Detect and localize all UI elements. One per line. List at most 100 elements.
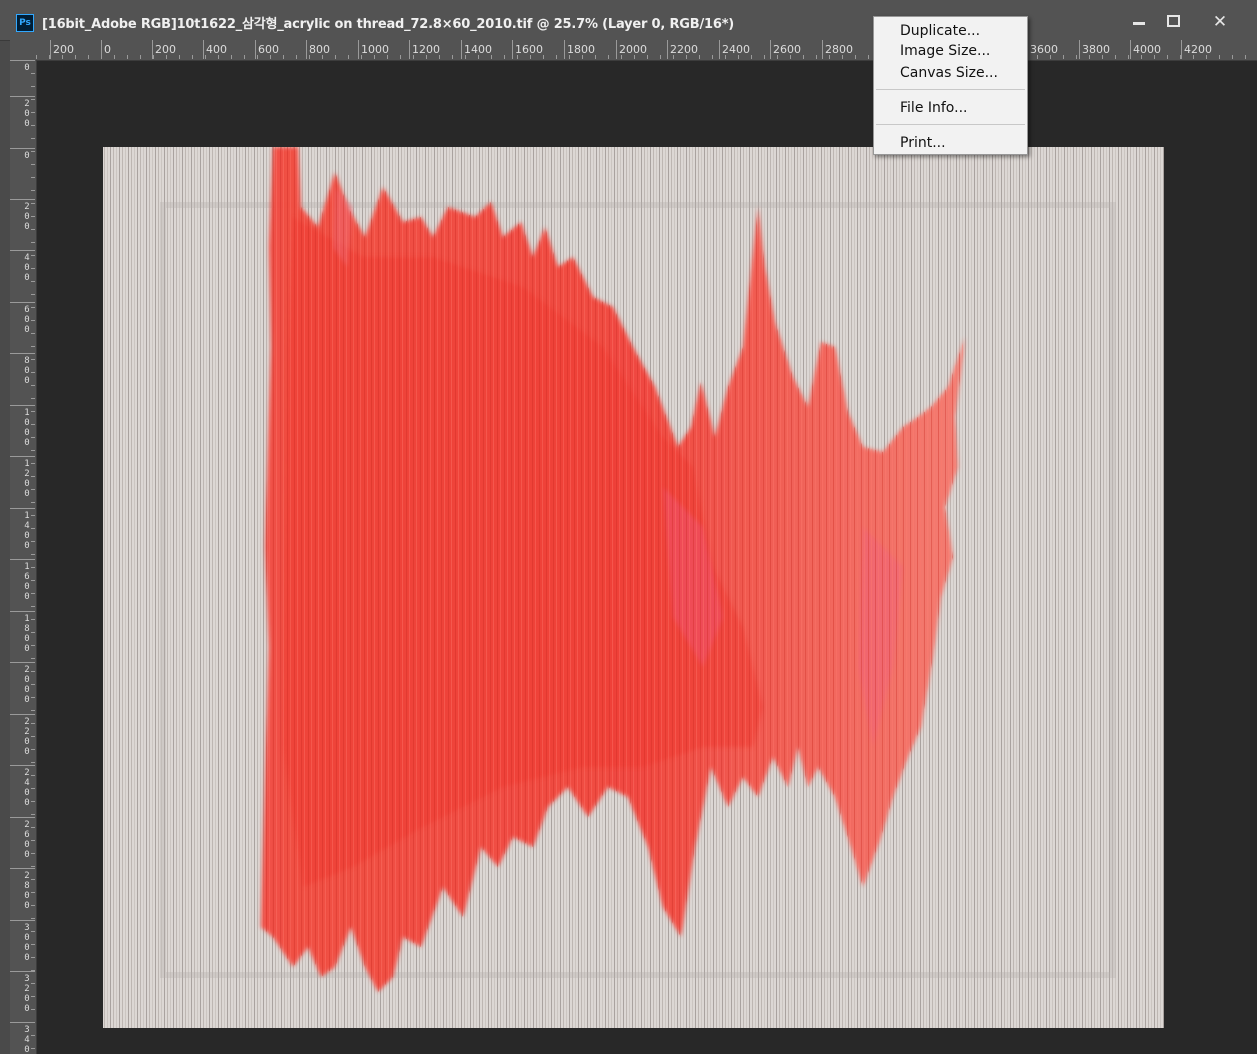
ruler-minor-tick bbox=[49, 55, 50, 59]
ruler-tick bbox=[10, 250, 35, 251]
ruler-minor-tick bbox=[1115, 55, 1116, 59]
ruler-minor-tick bbox=[660, 55, 661, 59]
ruler-minor-tick bbox=[829, 55, 830, 59]
ruler-minor-tick bbox=[31, 983, 35, 984]
ruler-minor-tick bbox=[1037, 55, 1038, 59]
ruler-minor-tick bbox=[31, 1022, 35, 1023]
ruler-minor-tick bbox=[1219, 55, 1220, 59]
ruler-tick bbox=[10, 559, 35, 560]
ruler-tick bbox=[564, 40, 565, 59]
ruler-label: 2000 bbox=[619, 43, 647, 56]
ruler-minor-tick bbox=[205, 55, 206, 59]
ruler-minor-tick bbox=[31, 112, 35, 113]
ruler-tick bbox=[719, 40, 720, 59]
ruler-minor-tick bbox=[31, 801, 35, 802]
minimize-icon bbox=[1133, 22, 1145, 25]
ruler-tick bbox=[616, 40, 617, 59]
ruler-minor-tick bbox=[335, 55, 336, 59]
menu-item-duplicate[interactable]: Duplicate... bbox=[876, 21, 1025, 41]
ruler-minor-tick bbox=[374, 55, 375, 59]
ruler-minor-tick bbox=[31, 1035, 35, 1036]
menu-item-canvas-size[interactable]: Canvas Size... bbox=[876, 63, 1025, 83]
ruler-label: 340 bbox=[24, 1025, 30, 1054]
document-title-bar[interactable]: Ps [16bit_Adobe RGB]10t1622_삼각형_acrylic … bbox=[0, 0, 1257, 41]
ruler-tick bbox=[10, 765, 35, 766]
ruler-minor-tick bbox=[31, 424, 35, 425]
vertical-ruler[interactable]: 0 200 0 200 400 600 800 1000 1200 1400 1600 1800 200… bbox=[10, 60, 37, 1054]
menu-item-image-size[interactable]: Image Size... bbox=[876, 41, 1025, 61]
ruler-minor-tick bbox=[75, 55, 76, 59]
ruler-minor-tick bbox=[31, 775, 35, 776]
ruler-label: 600 bbox=[258, 43, 279, 56]
ruler-minor-tick bbox=[465, 55, 466, 59]
window-left-edge bbox=[0, 40, 10, 1054]
ruler-minor-tick bbox=[31, 788, 35, 789]
ruler-tick bbox=[1079, 40, 1080, 59]
ruler-minor-tick bbox=[712, 55, 713, 59]
ruler-minor-tick bbox=[1193, 55, 1194, 59]
ruler-label: 1800 bbox=[24, 614, 30, 654]
ruler-minor-tick bbox=[31, 749, 35, 750]
ruler-label: 1800 bbox=[567, 43, 595, 56]
ruler-minor-tick bbox=[608, 55, 609, 59]
ruler-minor-tick bbox=[1089, 55, 1090, 59]
menu-item-file-info[interactable]: File Info... bbox=[876, 98, 1025, 118]
ruler-tick bbox=[667, 40, 668, 59]
ruler-minor-tick bbox=[153, 55, 154, 59]
ruler-label: 200 bbox=[24, 202, 30, 232]
close-button[interactable]: ✕ bbox=[1202, 10, 1238, 34]
ruler-label: 1600 bbox=[24, 562, 30, 602]
ruler-minor-tick bbox=[31, 515, 35, 516]
ruler-minor-tick bbox=[31, 697, 35, 698]
ruler-label: 1600 bbox=[515, 43, 543, 56]
ruler-label: 2000 bbox=[24, 665, 30, 705]
ruler-minor-tick bbox=[322, 55, 323, 59]
maximize-button[interactable] bbox=[1156, 10, 1190, 34]
close-icon: ✕ bbox=[1212, 12, 1228, 32]
ruler-minor-tick bbox=[62, 55, 63, 59]
ruler-minor-tick bbox=[790, 55, 791, 59]
ruler-minor-tick bbox=[621, 55, 622, 59]
ruler-minor-tick bbox=[31, 216, 35, 217]
ruler-minor-tick bbox=[1206, 55, 1207, 59]
ruler-minor-tick bbox=[101, 55, 102, 59]
ruler-minor-tick bbox=[31, 918, 35, 919]
ruler-label: 2600 bbox=[24, 820, 30, 860]
ruler-label: 0 bbox=[24, 63, 30, 73]
ruler-label: 200 bbox=[53, 43, 74, 56]
ruler-minor-tick bbox=[31, 671, 35, 672]
menu-item-print[interactable]: Print... bbox=[876, 133, 1025, 153]
ruler-minor-tick bbox=[31, 645, 35, 646]
ruler-minor-tick bbox=[31, 632, 35, 633]
ruler-tick bbox=[461, 40, 462, 59]
ruler-minor-tick bbox=[31, 437, 35, 438]
ruler-minor-tick bbox=[244, 55, 245, 59]
ruler-minor-tick bbox=[31, 463, 35, 464]
ruler-tick bbox=[203, 40, 204, 59]
ruler-minor-tick bbox=[387, 55, 388, 59]
ruler-minor-tick bbox=[31, 840, 35, 841]
ruler-label: 2400 bbox=[722, 43, 750, 56]
ruler-minor-tick bbox=[231, 55, 232, 59]
ruler-minor-tick bbox=[504, 55, 505, 59]
document-image[interactable] bbox=[103, 147, 1164, 1028]
minimize-button[interactable] bbox=[1122, 10, 1156, 34]
ruler-minor-tick bbox=[1141, 55, 1142, 59]
ruler-label: 0 bbox=[104, 43, 111, 56]
menu-separator bbox=[876, 124, 1025, 125]
ruler-minor-tick bbox=[31, 528, 35, 529]
horizontal-ruler[interactable]: 200 0 200 400 600 800 1000 1200 1400 1600 1800 2000… bbox=[36, 40, 1257, 61]
ruler-label: 400 bbox=[24, 253, 30, 283]
ruler-minor-tick bbox=[31, 931, 35, 932]
ruler-minor-tick bbox=[270, 55, 271, 59]
ruler-label: 1200 bbox=[24, 459, 30, 499]
ruler-label: 1000 bbox=[24, 408, 30, 448]
ruler-minor-tick bbox=[31, 489, 35, 490]
ruler-minor-tick bbox=[842, 55, 843, 59]
ruler-minor-tick bbox=[296, 55, 297, 59]
ruler-corner[interactable] bbox=[10, 40, 37, 61]
ruler-minor-tick bbox=[582, 55, 583, 59]
ruler-minor-tick bbox=[283, 55, 284, 59]
ruler-minor-tick bbox=[31, 996, 35, 997]
ruler-minor-tick bbox=[31, 164, 35, 165]
